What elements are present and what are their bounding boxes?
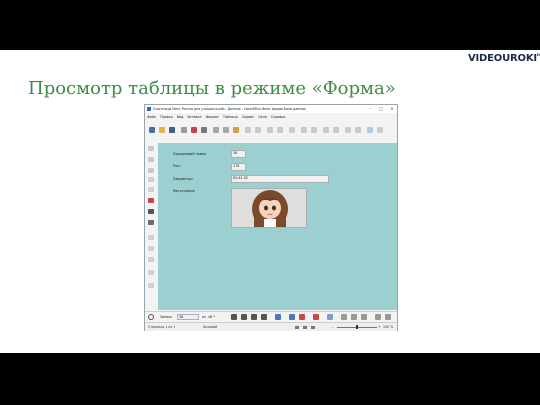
field-label-photo: Фотография — [173, 189, 195, 193]
window-title: Участницы Мисс Россия для учащихся.odb :… — [153, 107, 306, 111]
standard-toolbar — [145, 123, 397, 143]
comment-icon[interactable] — [345, 127, 351, 133]
record-navigation-bar: Запись 38 из 46 * — [145, 311, 397, 322]
hyperlink-icon[interactable] — [323, 127, 329, 133]
page-counter: Страница 1 из 1 — [148, 325, 176, 329]
slide-title: Просмотр таблицы в режиме «Форма» — [28, 78, 396, 99]
page-style: Базовый — [203, 325, 218, 329]
symbol-shapes-icon[interactable] — [148, 246, 154, 251]
redo-icon[interactable] — [255, 127, 261, 133]
libreoffice-window: Участницы Мисс Россия для учащихся.odb :… — [144, 104, 398, 331]
footnote-icon[interactable] — [333, 127, 339, 133]
app-icon — [147, 107, 151, 111]
record-label: Запись — [160, 315, 173, 319]
find-icon[interactable] — [267, 127, 273, 133]
export-pdf-icon[interactable] — [191, 127, 197, 133]
zoom-slider-thumb[interactable] — [356, 325, 358, 329]
close-button[interactable]: ✕ — [387, 105, 397, 113]
girl-portrait-image — [252, 190, 288, 227]
brand-name: VIDEOUROKI — [468, 53, 537, 64]
sort-ascending-icon[interactable] — [351, 314, 357, 320]
menu-format[interactable]: Формат — [206, 115, 219, 119]
delete-record-icon[interactable] — [313, 314, 319, 320]
field-label-params: Параметры — [173, 177, 193, 181]
sort-icon[interactable] — [341, 314, 347, 320]
menubar: Файл Правка Вид Вставка Формат Таблица С… — [145, 114, 397, 121]
callout-icon[interactable] — [148, 220, 154, 225]
brand-logo: VIDEOUROKInet — [468, 53, 540, 65]
undo-icon[interactable] — [245, 127, 251, 133]
save-icon[interactable] — [169, 127, 175, 133]
select-icon[interactable] — [148, 146, 154, 151]
spellcheck-icon[interactable] — [277, 127, 283, 133]
next-record-icon[interactable] — [251, 314, 257, 320]
menu-insert[interactable]: Вставка — [188, 115, 202, 119]
open-icon[interactable] — [159, 127, 165, 133]
window-titlebar: Участницы Мисс Россия для учащихся.odb :… — [145, 105, 397, 113]
view-book-icon[interactable] — [311, 326, 315, 329]
new-document-icon[interactable] — [149, 127, 155, 133]
zoom-in-button[interactable]: + — [378, 323, 381, 331]
form-controls-toolbar — [145, 143, 157, 310]
table-icon[interactable] — [289, 127, 295, 133]
stars-icon[interactable] — [148, 283, 154, 288]
rectangle-icon[interactable] — [148, 177, 154, 182]
undo-record-icon[interactable] — [299, 314, 305, 320]
formatting-marks-icon[interactable] — [377, 127, 383, 133]
field-height-input[interactable]: 178 — [231, 163, 246, 171]
zoom-level[interactable]: 100 % — [383, 323, 393, 331]
design-mode-icon[interactable] — [148, 157, 154, 162]
block-arrows-icon[interactable] — [148, 257, 154, 262]
print-icon[interactable] — [201, 127, 207, 133]
record-total: 46 * — [208, 315, 215, 319]
statusbar: Страница 1 из 1 Базовый – + 100 % — [145, 322, 397, 331]
sidebar-toggle-icon[interactable] — [367, 127, 373, 133]
sort-descending-icon[interactable] — [361, 314, 367, 320]
copy-icon[interactable] — [223, 127, 229, 133]
search-icon[interactable] — [148, 314, 154, 320]
line-icon[interactable] — [148, 168, 154, 173]
field-label-number: Порядковый номер — [173, 152, 207, 156]
menu-tools[interactable]: Сервис — [242, 115, 254, 119]
last-record-icon[interactable] — [261, 314, 267, 320]
field-number-input[interactable]: 38 — [231, 150, 246, 158]
new-record-icon[interactable] — [275, 314, 281, 320]
cut-icon[interactable] — [213, 127, 219, 133]
flowchart-icon[interactable] — [148, 270, 154, 275]
record-of-label: из — [202, 315, 206, 319]
edit-mode-icon[interactable] — [181, 127, 187, 133]
chart-icon[interactable] — [311, 127, 317, 133]
first-record-icon[interactable] — [231, 314, 237, 320]
save-record-icon[interactable] — [289, 314, 295, 320]
menu-table[interactable]: Таблица — [223, 115, 238, 119]
track-changes-icon[interactable] — [355, 127, 361, 133]
freeform-icon[interactable] — [148, 198, 154, 203]
menu-edit[interactable]: Правка — [160, 115, 173, 119]
view-single-icon[interactable] — [295, 326, 299, 329]
form-area: Порядковый номер 38 Рост 178 Параметры 8… — [158, 143, 397, 310]
refresh-icon[interactable] — [327, 314, 333, 320]
view-multi-icon[interactable] — [303, 326, 307, 329]
photo-field[interactable] — [231, 188, 307, 228]
field-params-input[interactable]: 85-61-92 — [231, 175, 329, 183]
text-box-icon[interactable] — [148, 209, 154, 214]
zoom-out-button[interactable]: – — [332, 323, 334, 331]
minimize-button[interactable]: – — [365, 105, 375, 113]
menu-window[interactable]: Окно — [258, 115, 267, 119]
record-number-input[interactable]: 38 — [177, 314, 199, 320]
menu-help[interactable]: Справка — [271, 115, 286, 119]
previous-record-icon[interactable] — [241, 314, 247, 320]
basic-shapes-icon[interactable] — [148, 235, 154, 240]
menu-file[interactable]: Файл — [147, 115, 156, 119]
field-label-height: Рост — [173, 164, 181, 168]
menu-view[interactable]: Вид — [177, 115, 184, 119]
remove-filter-icon[interactable] — [385, 314, 391, 320]
ellipse-icon[interactable] — [148, 187, 154, 192]
paste-icon[interactable] — [233, 127, 239, 133]
autofilter-icon[interactable] — [375, 314, 381, 320]
maximize-button[interactable]: □ — [376, 105, 386, 113]
image-icon[interactable] — [301, 127, 307, 133]
